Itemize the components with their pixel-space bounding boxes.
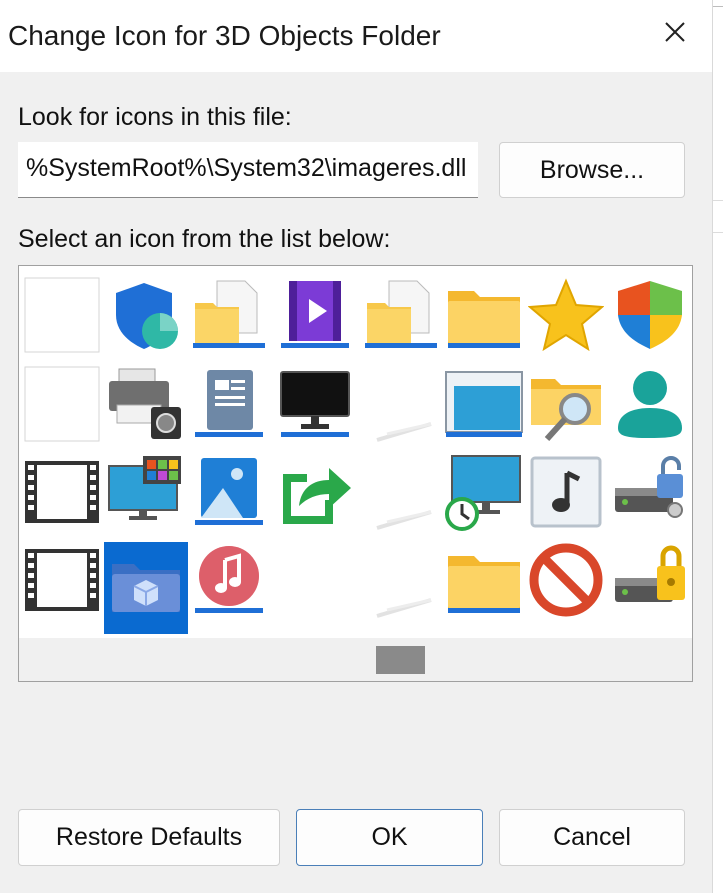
icon-list[interactable] xyxy=(18,265,693,682)
horizontal-scrollbar[interactable] xyxy=(19,638,692,681)
security-shield-icon xyxy=(116,283,178,349)
icon-cell[interactable] xyxy=(610,360,690,448)
icon-cell[interactable] xyxy=(189,536,269,624)
icon-list-label: Select an icon from the list below: xyxy=(18,225,391,253)
title-bar: Change Icon for 3D Objects Folder xyxy=(0,0,723,72)
icon-cell[interactable] xyxy=(275,271,355,359)
restore-defaults-button[interactable]: Restore Defaults xyxy=(18,809,280,866)
icon-cell[interactable] xyxy=(361,271,441,359)
document-icon xyxy=(195,370,263,437)
icon-cell[interactable] xyxy=(22,271,102,359)
printer-camera-icon xyxy=(109,368,181,439)
film-strip-icon xyxy=(25,461,99,523)
icon-cell[interactable] xyxy=(526,448,606,536)
pictures-icon xyxy=(195,458,263,525)
icon-cell[interactable] xyxy=(275,536,355,624)
icon-cell[interactable] xyxy=(361,360,441,448)
blocked-icon xyxy=(529,543,603,617)
shortcut-lines-icon xyxy=(376,510,432,530)
icon-cell[interactable] xyxy=(275,360,355,448)
music-icon xyxy=(195,546,263,613)
file-path-input[interactable]: %SystemRoot%\System32\imageres.dll xyxy=(18,142,478,198)
icon-cell[interactable] xyxy=(104,360,184,448)
share-arrow-icon xyxy=(283,468,351,524)
window-icon xyxy=(445,371,523,437)
windows-security-shield-icon xyxy=(618,281,682,349)
file-label: Look for icons in this file: xyxy=(18,103,292,131)
file-path-value: %SystemRoot%\System32\imageres.dll xyxy=(26,154,467,182)
3d-objects-folder-icon xyxy=(112,564,180,612)
folder-icon xyxy=(448,556,520,613)
music-note-icon xyxy=(530,456,602,528)
scrollbar-thumb[interactable] xyxy=(376,646,425,674)
icon-cell[interactable] xyxy=(610,536,690,624)
icon-cell[interactable] xyxy=(22,360,102,448)
close-button[interactable] xyxy=(655,14,695,54)
icon-cell[interactable] xyxy=(189,448,269,536)
icon-cell[interactable] xyxy=(104,448,184,536)
dialog-title: Change Icon for 3D Objects Folder xyxy=(8,20,441,51)
monitor-icon xyxy=(280,371,350,437)
empty-icon xyxy=(277,542,353,618)
icon-cell[interactable] xyxy=(444,360,524,448)
blank-icon xyxy=(24,277,100,353)
folder-search-icon xyxy=(531,379,601,442)
blank-icon xyxy=(24,366,100,442)
icon-cell[interactable] xyxy=(610,271,690,359)
folder-document-icon xyxy=(193,280,265,348)
icon-cell[interactable] xyxy=(104,271,184,359)
icon-cell[interactable] xyxy=(275,448,355,536)
icon-cell[interactable] xyxy=(22,448,102,536)
icon-cell[interactable] xyxy=(361,536,441,624)
ok-button[interactable]: OK xyxy=(296,809,483,866)
icon-cell[interactable] xyxy=(444,536,524,624)
close-icon xyxy=(664,21,686,48)
icon-cell[interactable] xyxy=(610,448,690,536)
shortcut-lines-icon xyxy=(376,598,432,618)
icon-cell[interactable] xyxy=(361,448,441,536)
display-settings-icon xyxy=(108,456,181,520)
favorites-star-icon xyxy=(528,278,604,352)
icon-cell-selected[interactable] xyxy=(104,542,188,634)
icon-cell[interactable] xyxy=(526,271,606,359)
video-library-icon xyxy=(281,281,349,348)
folder-icon xyxy=(448,291,520,348)
icon-cell[interactable] xyxy=(189,271,269,359)
drive-locked-icon xyxy=(615,545,685,602)
drive-unlocked-icon xyxy=(615,456,683,518)
folder-document-icon xyxy=(365,280,437,348)
icon-cell[interactable] xyxy=(444,271,524,359)
icon-cell[interactable] xyxy=(526,360,606,448)
icon-cell[interactable] xyxy=(22,536,102,624)
monitor-history-icon xyxy=(445,455,521,531)
cancel-button[interactable]: Cancel xyxy=(499,809,685,866)
window-edge xyxy=(712,0,723,893)
browse-button[interactable]: Browse... xyxy=(499,142,685,198)
icon-cell[interactable] xyxy=(526,536,606,624)
user-icon xyxy=(618,371,682,438)
film-strip-icon xyxy=(25,549,99,611)
icon-cell[interactable] xyxy=(444,448,524,536)
icon-cell[interactable] xyxy=(189,360,269,448)
shortcut-lines-icon xyxy=(376,422,432,442)
